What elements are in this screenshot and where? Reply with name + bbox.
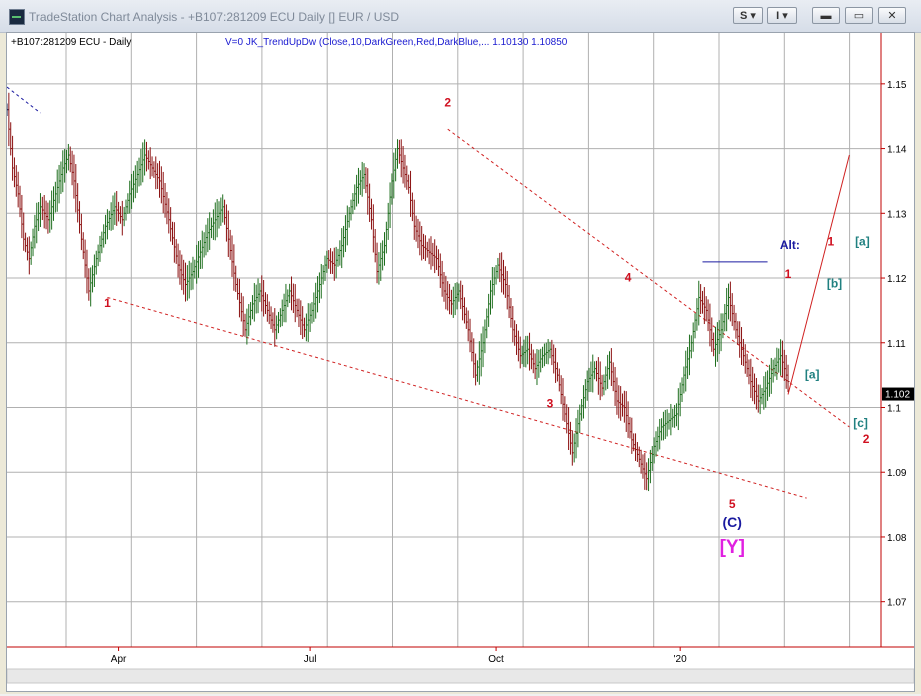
app-window: TradeStation Chart Analysis - +B107:2812… xyxy=(0,0,921,694)
price-tick-label: 1.08 xyxy=(887,533,907,544)
wave-label: 5 xyxy=(729,497,736,511)
chart-grid xyxy=(7,33,881,647)
time-tick-label: Jul xyxy=(304,654,317,665)
maximize-icon: ▭ xyxy=(853,10,865,22)
price-tick-label: 1.07 xyxy=(887,598,907,609)
price-chart[interactable]: 12345(C)[Y]1[b][a][c]2Alt: 1 [a] 1.151.141… xyxy=(6,33,915,691)
wave-label: (C) xyxy=(723,514,742,530)
last-price-label: 1.102 xyxy=(885,390,910,401)
price-tick-label: 1.13 xyxy=(887,209,907,220)
i-button-label: I xyxy=(776,10,780,22)
time-tick-label: Oct xyxy=(488,654,504,665)
i-dropdown-button[interactable]: I ▾ xyxy=(767,7,797,24)
price-axis: 1.15 1.14 1.13 1.12 1.11 1.1 1.09 1.08 1.07 1.102 xyxy=(880,33,914,647)
time-tick-label: Apr xyxy=(111,654,127,665)
title-bar: TradeStation Chart Analysis - +B107:2812… xyxy=(0,0,921,33)
s-dropdown-button[interactable]: S ▾ xyxy=(733,7,763,24)
wave-label: [a] xyxy=(855,235,870,249)
wave-label: 1 xyxy=(827,235,834,249)
wave-label: [b] xyxy=(827,277,842,291)
maximize-button[interactable]: ▭ xyxy=(845,7,873,24)
minimize-button[interactable]: ▬ xyxy=(812,7,840,24)
plot-area xyxy=(7,33,881,647)
wave-label: 1 xyxy=(104,296,111,310)
wave-label: 2 xyxy=(863,432,870,446)
price-tick-label: 1.11 xyxy=(887,339,906,350)
price-tick-label: 1.09 xyxy=(887,468,907,479)
wave-label: 3 xyxy=(547,396,554,410)
wave-label: 4 xyxy=(625,270,632,284)
close-icon: ✕ xyxy=(887,10,897,22)
wave-label: 1 xyxy=(785,267,792,281)
wave-label: [Y] xyxy=(720,537,745,558)
close-button[interactable]: ✕ xyxy=(878,7,906,24)
time-axis: Apr Jul Oct '20 xyxy=(6,646,915,684)
price-tick-label: 1.14 xyxy=(887,145,907,156)
time-tick-label: '20 xyxy=(674,654,687,665)
price-tick-label: 1.15 xyxy=(887,80,907,91)
s-button-label: S xyxy=(740,10,748,22)
wave-label: Alt: xyxy=(780,238,800,252)
chart-window[interactable]: 1 2 3 4 5 (C) [Y] 1 [b] [a] [c] 2 Alt: 1 [a] 1.15 1.14 1… xyxy=(6,32,915,692)
indicator-label: V=0 JK_TrendUpDw (Close,10,DarkGreen,Red… xyxy=(225,37,568,48)
horizontal-scrollbar[interactable] xyxy=(6,668,915,684)
minimize-icon: ▬ xyxy=(820,10,832,22)
wave-label: [c] xyxy=(853,416,868,430)
wave-label: [a] xyxy=(805,367,820,381)
tradestation-app-icon xyxy=(9,9,25,25)
window-title: TradeStation Chart Analysis - +B107:2812… xyxy=(29,10,400,24)
price-tick-label: 1.12 xyxy=(887,274,907,285)
symbol-label: +B107:281209 ECU - Daily xyxy=(11,37,131,48)
price-tick-label: 1.1 xyxy=(887,403,901,414)
wave-label: 2 xyxy=(444,95,451,109)
